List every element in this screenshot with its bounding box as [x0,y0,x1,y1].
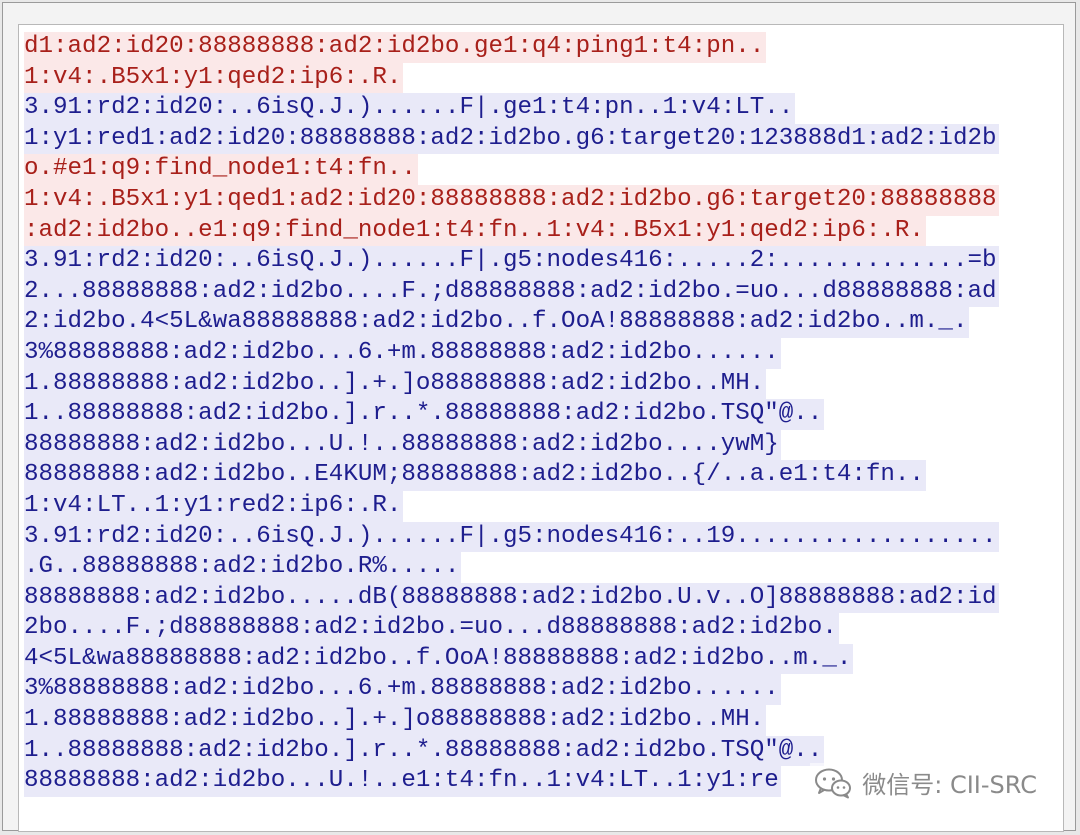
server-stream-line: 1:v4:LT..1:y1:red2:ip6:.R. [24,490,404,522]
stream-content-pane[interactable]: d1:ad2:id20:88888888:ad2:id2bo.ge1:q4:pi… [18,24,1064,832]
stream-lines: d1:ad2:id20:88888888:ad2:id2bo.ge1:q4:pi… [24,32,999,797]
server-stream-line: 3.91:rd2:id20:..6isQ.J.)......F|.g5:node… [24,521,999,553]
server-stream-line: 88888888:ad2:id2bo..E4KUM;88888888:ad2:i… [24,460,926,491]
server-stream-line: 1.88888888:ad2:id2bo..].+.]o88888888:ad2… [24,368,767,400]
server-stream-line: 2...88888888:ad2:id2bo....F.;d88888888:a… [24,276,999,308]
follow-stream-window: d1:ad2:id20:88888888:ad2:id2bo.ge1:q4:pi… [2,2,1076,832]
client-stream-line: 1:v4:.B5x1:y1:qed1:ad2:id20:88888888:ad2… [24,184,999,216]
server-stream-line: 2bo....F.;d88888888:ad2:id2bo.=uo...d888… [24,613,839,644]
server-stream-line: 1..88888888:ad2:id2bo.].r..*.88888888:ad… [24,399,825,430]
server-stream-line: 3.91:rd2:id20:..6isQ.J.)......F|.ge1:t4:… [24,93,796,124]
server-stream-line: 2:id2bo.4<5L&wa88888888:ad2:id2bo..f.OoA… [24,307,970,338]
server-stream-line: 88888888:ad2:id2bo.....dB(88888888:ad2:i… [24,582,999,614]
server-stream-line: 1.88888888:ad2:id2bo..].+.]o88888888:ad2… [24,705,767,736]
server-stream-line: 3%88888888:ad2:id2bo...6.+m.88888888:ad2… [24,674,781,706]
client-stream-line: o.#e1:q9:find_node1:t4:fn.. [24,154,418,185]
server-stream-line: 1:y1:red1:ad2:id20:88888888:ad2:id2bo.g6… [24,123,999,155]
client-stream-line: :ad2:id2bo..e1:q9:find_node1:t4:fn..1:v4… [24,215,926,247]
server-stream-line: 88888888:ad2:id2bo...U.!..e1:t4:fn..1:v4… [24,766,781,797]
server-stream-line: 3.91:rd2:id20:..6isQ.J.)......F|.g5:node… [24,246,999,277]
server-stream-line: 3%88888888:ad2:id2bo...6.+m.88888888:ad2… [24,337,781,369]
client-stream-line: d1:ad2:id20:88888888:ad2:id2bo.ge1:q4:pi… [24,32,767,63]
server-stream-line: .G..88888888:ad2:id2bo.R%..... [24,552,462,583]
client-stream-line: 1:v4:.B5x1:y1:qed2:ip6:.R. [24,62,404,94]
server-stream-line: 88888888:ad2:id2bo...U.!..88888888:ad2:i… [24,429,781,461]
wechat-logo-icon [815,768,852,798]
server-stream-line: 1..88888888:ad2:id2bo.].r..*.88888888:ad… [24,735,825,767]
server-stream-line: 4<5L&wa88888888:ad2:id2bo..f.OoA!8888888… [24,643,854,675]
watermark-text: 微信号: CII-SRC [862,771,1037,799]
wechat-watermark: 微信号: CII-SRC [810,763,1041,802]
